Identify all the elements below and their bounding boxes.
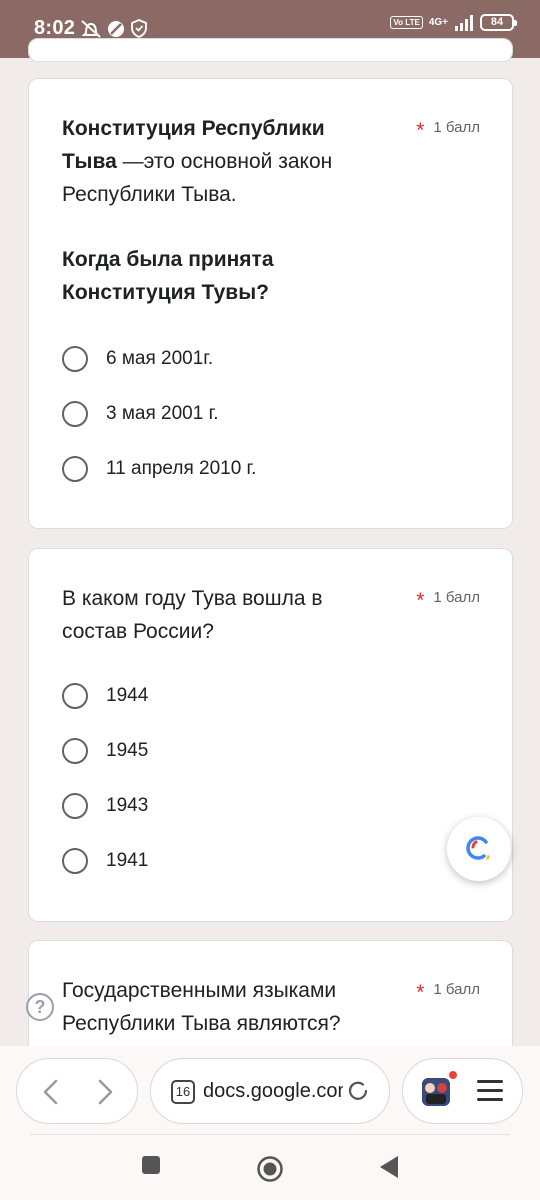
menu-group <box>402 1058 523 1124</box>
radio-button[interactable] <box>62 738 88 764</box>
question-subtitle: Когда была принята Конституция Тувы? <box>62 248 274 304</box>
option-label: 1941 <box>106 850 149 871</box>
forward-icon[interactable] <box>95 1079 115 1105</box>
option-label: 3 мая 2001 г. <box>106 403 219 424</box>
points-label: * 1 балл <box>416 981 480 1004</box>
lens-icon <box>466 836 490 860</box>
radio-button[interactable] <box>62 683 88 709</box>
avatar-icon[interactable] <box>418 1074 454 1110</box>
answer-option[interactable]: 1944 <box>62 676 462 716</box>
answer-option[interactable]: 1943 <box>62 786 462 826</box>
radio-button[interactable] <box>62 456 88 482</box>
points-value: 1 балл <box>433 589 480 606</box>
radio-button[interactable] <box>62 793 88 819</box>
home-icon[interactable] <box>256 1155 284 1183</box>
radio-button[interactable] <box>62 401 88 427</box>
option-label: 1943 <box>106 795 149 816</box>
square-icon[interactable] <box>141 1155 161 1175</box>
volte-badge: Vo LTE <box>390 16 423 29</box>
option-label: 11 апреля 2010 г. <box>106 458 257 479</box>
required-star: * <box>416 981 425 1004</box>
help-icon[interactable]: ? <box>26 993 54 1021</box>
network-type: 4G+ <box>428 16 448 28</box>
answer-option[interactable]: 1945 <box>62 731 462 771</box>
divider <box>30 1134 510 1135</box>
points-label: * 1 балл <box>416 589 480 612</box>
tab-count-button[interactable]: 16 <box>171 1080 195 1104</box>
option-label: 1944 <box>106 685 149 706</box>
notification-dot <box>449 1071 457 1079</box>
answer-option[interactable]: 11 апреля 2010 г. <box>62 449 462 489</box>
system-navigation-bar <box>0 1140 540 1200</box>
mute-icon <box>81 20 101 38</box>
battery-indicator: 84 <box>480 14 517 31</box>
menu-icon[interactable] <box>477 1080 503 1107</box>
back-icon[interactable] <box>41 1079 61 1105</box>
url-text[interactable]: docs.google.com <box>203 1080 343 1103</box>
lens-button[interactable] <box>447 817 511 881</box>
points-label: * 1 балл <box>416 119 480 142</box>
option-label: 1945 <box>106 740 149 761</box>
status-time: 8:02 <box>34 17 76 39</box>
radio-button[interactable] <box>62 848 88 874</box>
radio-button[interactable] <box>62 346 88 372</box>
status-right-group: Vo LTE 4G+ 84 <box>390 14 517 31</box>
question-title: Государственными языками Республики Тыва… <box>62 979 341 1035</box>
required-star: * <box>416 589 425 612</box>
previous-card-edge <box>28 38 513 62</box>
signal-icon <box>455 14 473 31</box>
back-triangle-icon[interactable] <box>378 1155 400 1179</box>
answer-option[interactable]: 3 мая 2001 г. <box>62 394 462 434</box>
answer-option[interactable]: 1941 <box>62 841 462 881</box>
nav-buttons-group <box>16 1058 138 1124</box>
required-star: * <box>416 119 425 142</box>
points-value: 1 балл <box>433 119 480 136</box>
option-label: 6 мая 2001г. <box>106 348 214 369</box>
points-value: 1 балл <box>433 981 480 998</box>
address-bar[interactable]: 16 docs.google.com <box>150 1058 390 1124</box>
question-card-1: Конституция Республики Тыва —это основно… <box>28 78 513 529</box>
question-card-2: В каком году Тува вошла в состав России?… <box>28 548 513 922</box>
question-title: Конституция Республики Тыва —это основно… <box>62 112 372 211</box>
question-title: В каком году Тува вошла в состав России? <box>62 587 323 643</box>
answer-option[interactable]: 6 мая 2001г. <box>62 339 462 379</box>
shield-icon <box>131 19 147 38</box>
reload-icon[interactable] <box>345 1078 371 1104</box>
data-saver-icon <box>108 21 124 37</box>
